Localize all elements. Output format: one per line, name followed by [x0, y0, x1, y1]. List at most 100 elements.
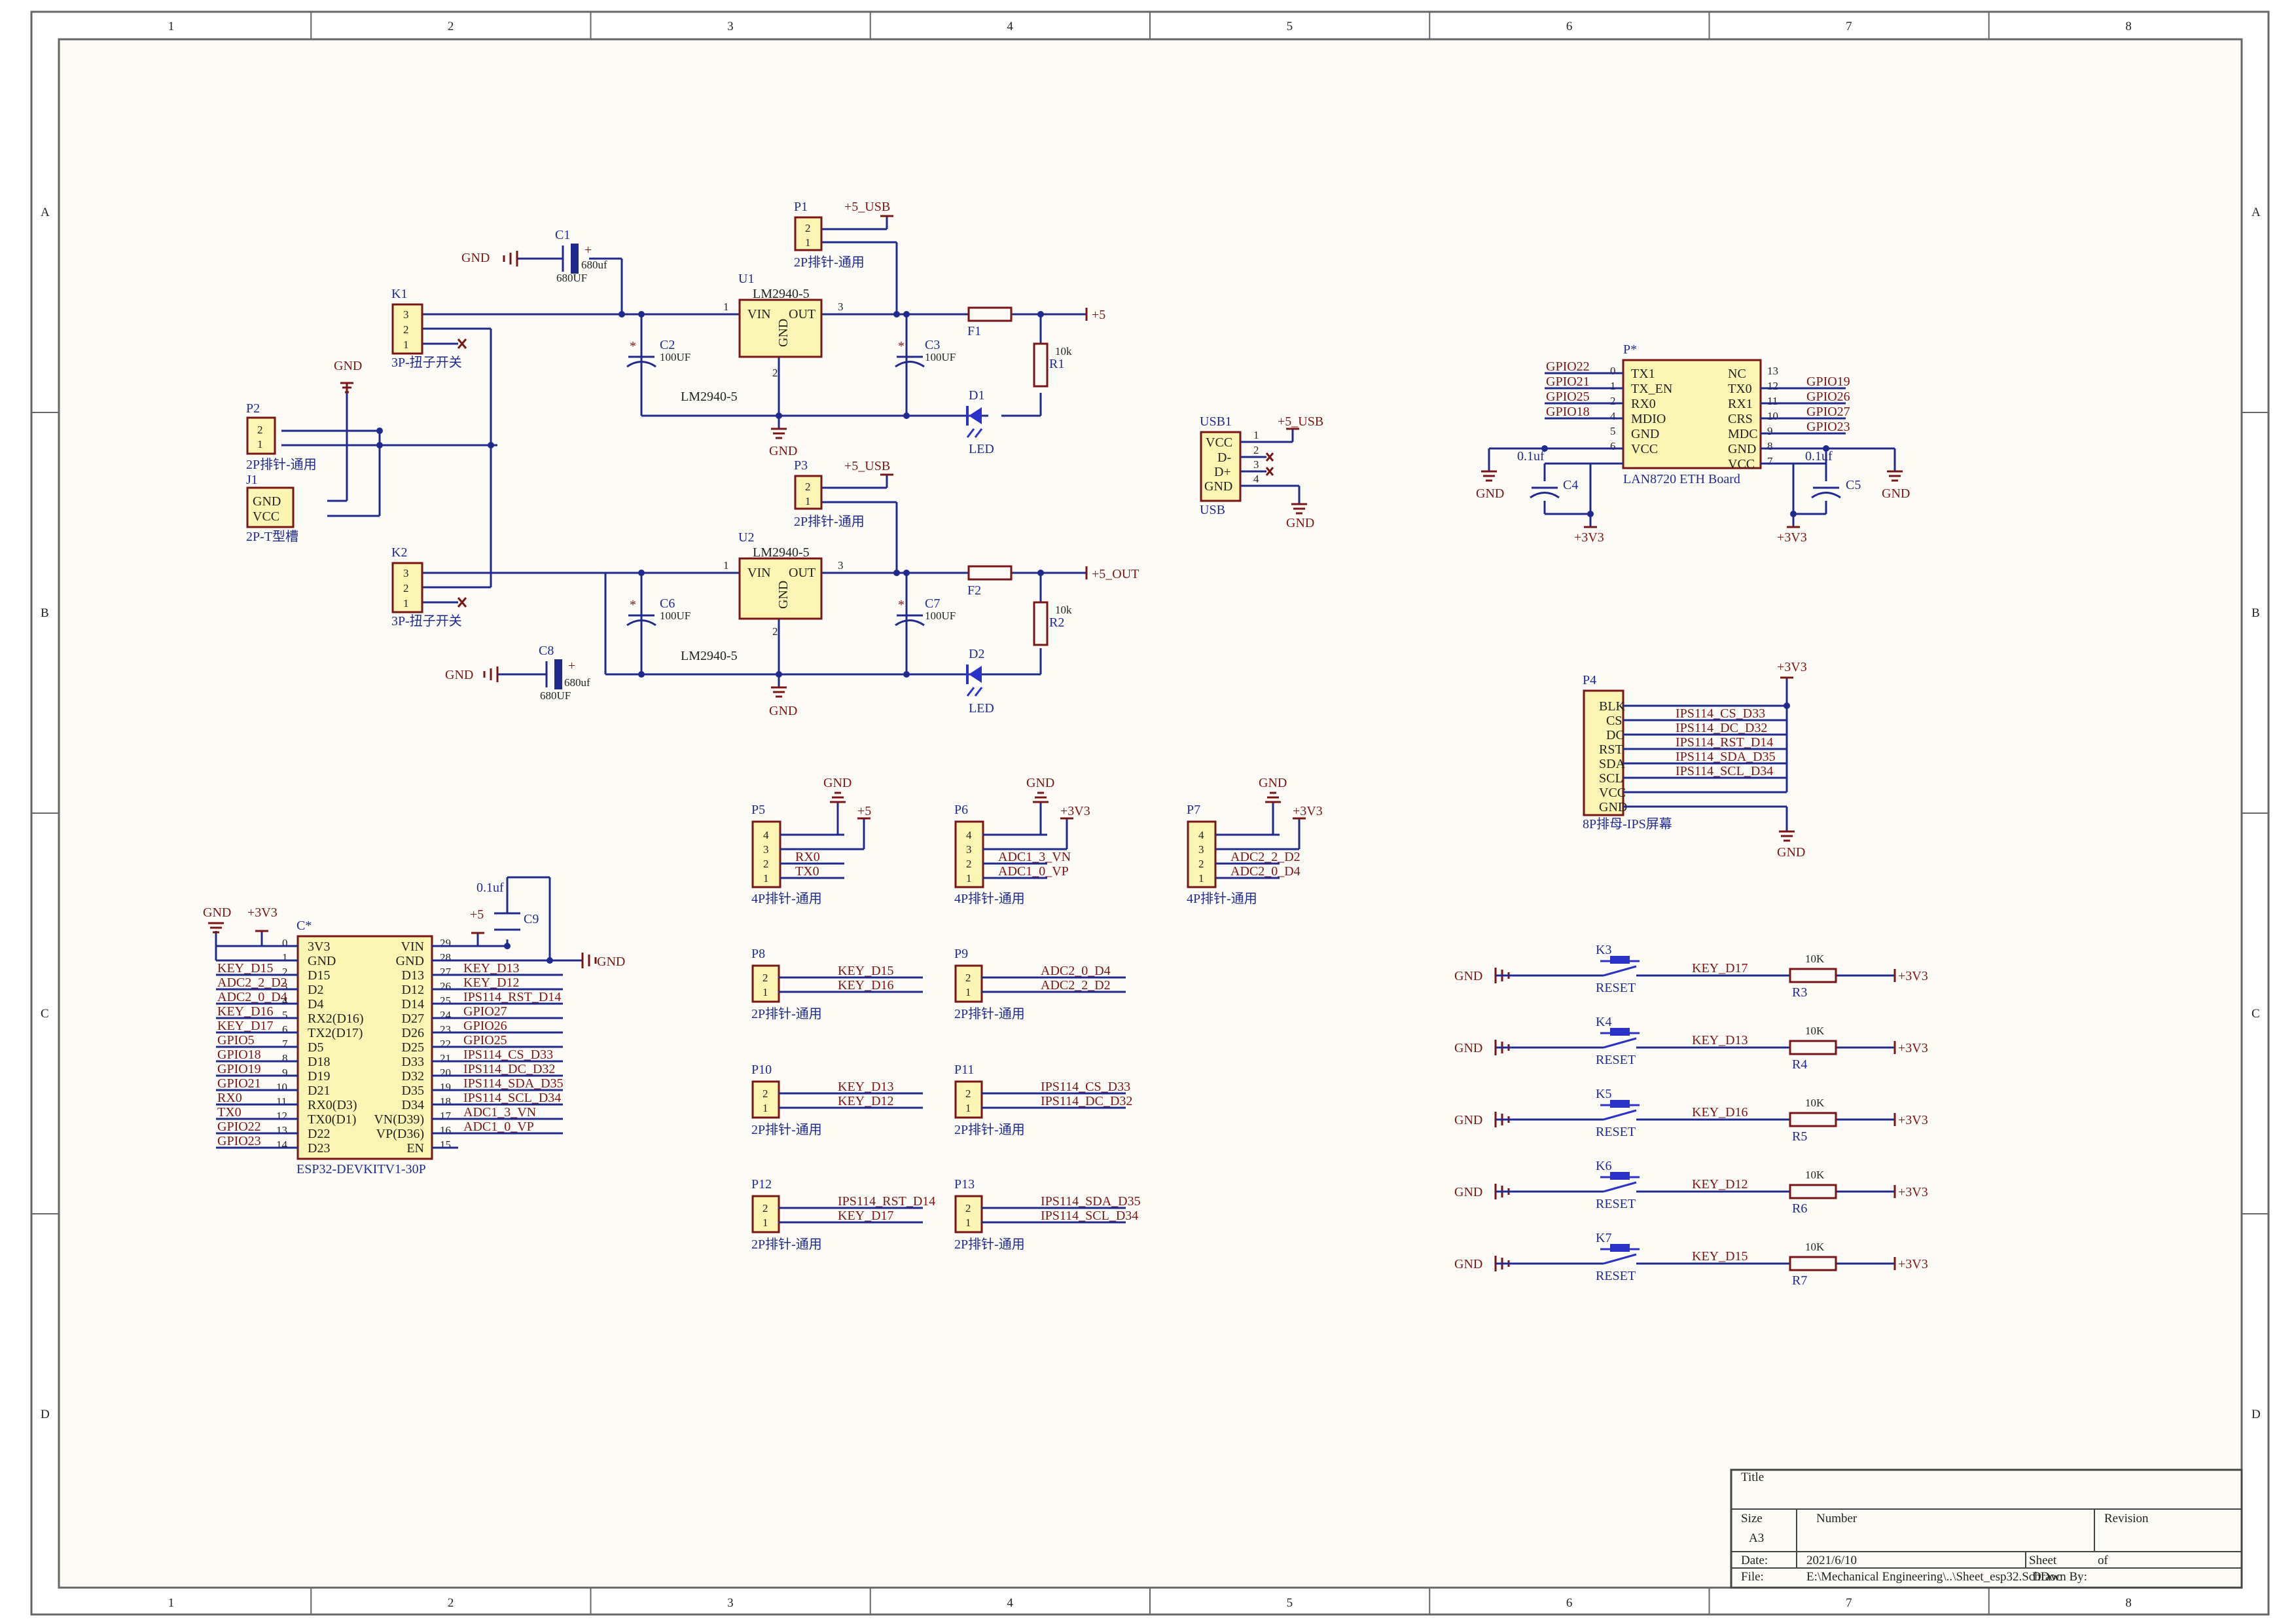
u2-pin3: 3: [838, 559, 844, 572]
frame-col-top: 6: [1566, 20, 1573, 33]
d1-caption: LED: [969, 442, 994, 456]
esp32-right-net: KEY_D13: [463, 961, 520, 976]
esp32-right-net: GPIO26: [463, 1019, 507, 1033]
lan-left-pin: VCC: [1631, 442, 1658, 456]
button-ref: K5: [1596, 1087, 1611, 1101]
svg-text:*: *: [630, 598, 636, 612]
esp32-right-pin: D12: [402, 983, 424, 997]
button-net: KEY_D16: [1692, 1105, 1748, 1120]
header2-pin: 1: [762, 1216, 768, 1229]
esp32-right-num: 21: [440, 1052, 451, 1065]
usb-pin-vcc: VCC: [1206, 435, 1232, 450]
button-gnd-label: GND: [1454, 1113, 1482, 1127]
button-gnd-label: GND: [1454, 1257, 1482, 1271]
lcd-pin: BLK: [1599, 699, 1626, 714]
esp32-right-num: 19: [440, 1081, 451, 1093]
frame-col-bottom: 3: [727, 1596, 734, 1610]
button-gnd-label: GND: [1454, 969, 1482, 983]
lan-left-num: 2: [1610, 395, 1616, 407]
usb-num-2: 2: [1253, 444, 1259, 456]
usb-ref: USB1: [1200, 414, 1232, 429]
esp32-left-num: 8: [282, 1052, 288, 1065]
u2-ref: U2: [738, 530, 754, 545]
frame-col-bottom: 5: [1287, 1596, 1293, 1610]
esp32-left-pin: 3V3: [308, 939, 330, 954]
button-resistor-value: 10K: [1805, 1097, 1825, 1109]
esp32-left-num: 12: [276, 1110, 287, 1122]
p2-pin-1: 1: [257, 438, 263, 450]
header4-v-label: +3V3: [1293, 804, 1323, 818]
lan-left-net: GPIO22: [1546, 359, 1590, 374]
header2-caption: 2P排针-通用: [751, 1006, 822, 1021]
frame-col-bottom: 2: [448, 1596, 454, 1610]
lan-right-net: GPIO27: [1806, 405, 1850, 419]
header4-ref: P5: [751, 803, 765, 817]
button-cap: [1610, 1028, 1630, 1036]
esp32-right-net: ADC1_0_VP: [463, 1120, 534, 1134]
esp32-gnd-left: GND: [203, 905, 231, 920]
button-resistor-value: 10K: [1805, 1025, 1825, 1037]
lcd-ref: P4: [1583, 673, 1596, 687]
p1-caption: 2P排针-通用: [794, 255, 865, 270]
lcd-net: IPS114_SCL_D34: [1676, 764, 1773, 778]
lan-left-pin: TX1: [1631, 367, 1655, 381]
esp32-right-net: GPIO27: [463, 1004, 507, 1019]
header2-net: IPS114_CS_D33: [1041, 1080, 1130, 1094]
button-v-label: +3V3: [1898, 1113, 1928, 1127]
header2-pin: 2: [965, 972, 971, 984]
frame-col-bottom: 4: [1007, 1596, 1013, 1610]
button-net: KEY_D17: [1692, 961, 1748, 976]
lan-ref: P*: [1623, 342, 1637, 357]
svg-text:*: *: [898, 339, 905, 354]
lan-right-pin: VCC: [1728, 457, 1755, 471]
lan-right-net: GPIO23: [1806, 420, 1850, 434]
header4-gnd-label: GND: [1026, 776, 1054, 790]
esp32-left-net: GPIO19: [217, 1062, 261, 1076]
esp32-left-net: GPIO21: [217, 1076, 261, 1091]
frame-row-right: C: [2251, 1007, 2260, 1021]
esp32-left-pin: D15: [308, 968, 330, 983]
esp32-right-net: GPIO25: [463, 1033, 507, 1048]
esp32-right-net: IPS114_SCL_D34: [463, 1091, 561, 1105]
esp32-right-num: 24: [440, 1009, 452, 1021]
esp32-left-net: ADC2_0_D4: [217, 990, 287, 1004]
lan-right-num: 12: [1767, 380, 1778, 392]
of-label: of: [2098, 1554, 2109, 1567]
r2-ref: R2: [1049, 615, 1064, 630]
esp32-left-pin: D23: [308, 1141, 330, 1156]
esp32-left-pin: D4: [308, 997, 323, 1012]
header4-net: RX0: [795, 850, 820, 864]
esp32-right-net: IPS114_CS_D33: [463, 1048, 553, 1062]
u2-pin2: 2: [772, 625, 778, 638]
header2-pin: 1: [965, 986, 971, 998]
esp32-left-pin: D22: [308, 1127, 330, 1141]
button-net: KEY_D13: [1692, 1033, 1748, 1048]
c8-caption: 680UF: [540, 689, 571, 702]
button-v-label: +3V3: [1898, 1257, 1928, 1271]
header2-net: IPS114_SCL_D34: [1041, 1209, 1138, 1223]
esp32-ref: C*: [296, 919, 312, 933]
lcd-pin: VCC: [1599, 786, 1626, 800]
c6-ref: C6: [660, 596, 675, 611]
c4-value: 0.1uf: [1517, 449, 1545, 464]
header4-gnd-label: GND: [823, 776, 852, 790]
k2-caption: 3P-扭子开关: [391, 613, 462, 629]
frame-col-bottom: 6: [1566, 1596, 1573, 1610]
header2-pin: 1: [762, 1102, 768, 1114]
header4-caption: 4P排针-通用: [954, 891, 1025, 906]
j1-caption: 2P-T型槽: [246, 529, 298, 544]
header2-pin: 2: [762, 1202, 768, 1214]
c8-ref: C8: [539, 644, 554, 658]
c2-value: 100UF: [660, 351, 691, 363]
frame-col-bottom: 7: [1846, 1596, 1852, 1610]
lcd-pin: SDA: [1599, 757, 1626, 771]
esp32-right-num: 26: [440, 980, 451, 993]
p1-ref: P1: [794, 200, 808, 214]
header4-net: ADC1_3_VN: [998, 850, 1071, 864]
lcd-pin: SCL: [1599, 771, 1623, 786]
esp32-left-pin: D21: [308, 1084, 330, 1098]
esp32-left-num: 5: [282, 1009, 288, 1021]
c6-value: 100UF: [660, 610, 691, 622]
header2-caption: 2P排针-通用: [751, 1122, 822, 1137]
esp32-right-num: 22: [440, 1038, 451, 1050]
